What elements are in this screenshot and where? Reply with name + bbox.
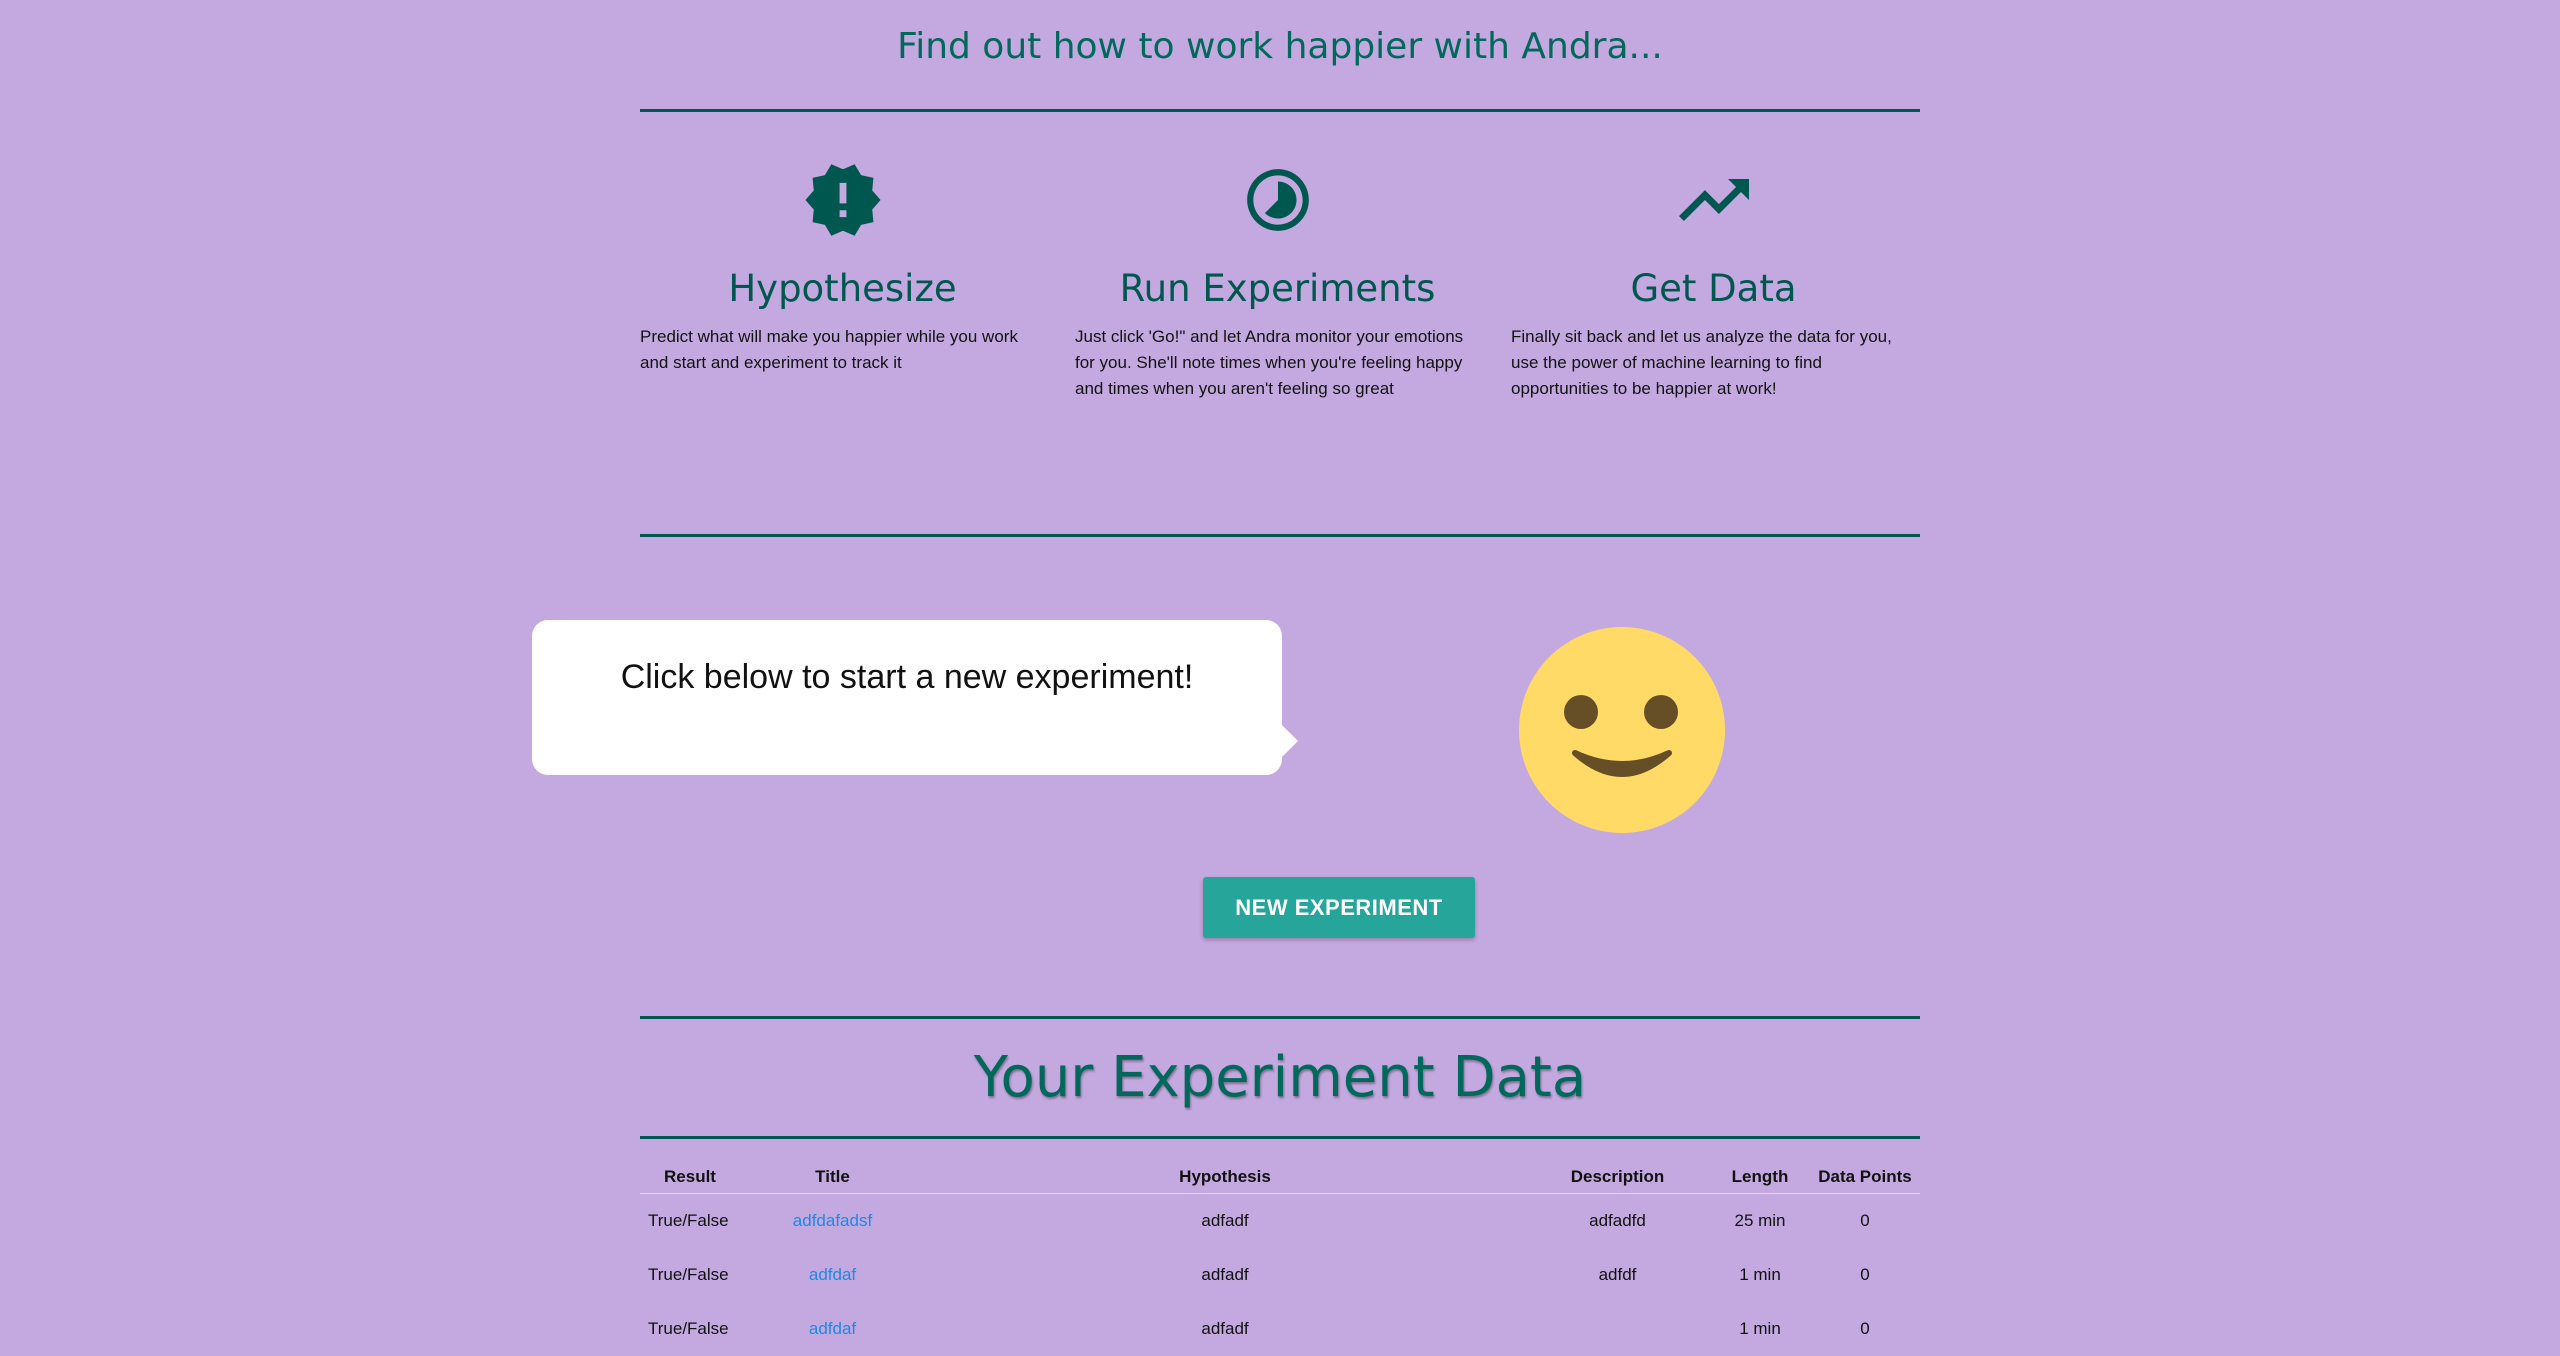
feature-get-data: Get Data Finally sit back and let us ana…: [1511, 155, 1916, 402]
table-row: True/False adfdaf adfadf 1 min 0: [640, 1302, 1920, 1356]
feature-title: Get Data: [1630, 267, 1797, 310]
column-header-length: Length: [1710, 1160, 1810, 1194]
table-row: True/False adfdaf adfadf adfdf 1 min 0: [640, 1248, 1920, 1302]
table-header-row: Result Title Hypothesis Description Leng…: [640, 1160, 1920, 1194]
feature-title: Hypothesize: [728, 267, 957, 310]
divider: [640, 534, 1920, 537]
feature-title: Run Experiments: [1119, 267, 1436, 310]
column-header-data-points: Data Points: [1810, 1160, 1920, 1194]
title-cell: adfdafadsf: [740, 1194, 925, 1249]
trending-up-icon: [1511, 155, 1916, 245]
smiley-face-icon: [1519, 627, 1725, 833]
page-tagline: Find out how to work happier with Andra.…: [897, 26, 1663, 67]
data-points-cell: 0: [1860, 1319, 1870, 1338]
feature-run-experiments: Run Experiments Just click 'Go!" and let…: [1075, 155, 1480, 402]
length-cell: 25 min: [1734, 1211, 1786, 1230]
data-points-cell: 0: [1860, 1265, 1870, 1284]
new-experiment-button[interactable]: NEW EXPERIMENT: [1203, 877, 1475, 938]
length-cell: 1 min: [1739, 1319, 1781, 1338]
result-cell: True/False: [648, 1265, 729, 1284]
feature-text: Just click 'Go!" and let Andra monitor y…: [1075, 327, 1464, 398]
experiment-data-title: Your Experiment Data: [973, 1045, 1587, 1110]
divider: [640, 109, 1920, 112]
title-cell: adfdaf: [740, 1302, 925, 1356]
new-releases-icon: [640, 155, 1045, 245]
table-row: True/False adfdafadsf adfadf adfadfd 25 …: [640, 1194, 1920, 1249]
speech-bubble-text: Click below to start a new experiment!: [620, 658, 1194, 696]
length-cell: 1 min: [1739, 1265, 1781, 1284]
column-header-result: Result: [640, 1160, 740, 1194]
experiment-title-link[interactable]: adfdafadsf: [793, 1211, 872, 1230]
experiment-title-link[interactable]: adfdaf: [809, 1319, 856, 1338]
description-cell: [1525, 1302, 1710, 1356]
speech-bubble: Click below to start a new experiment!: [532, 620, 1298, 775]
description-cell: adfdf: [1598, 1265, 1637, 1284]
experiment-table: Result Title Hypothesis Description Leng…: [640, 1160, 1920, 1356]
feature-text: Finally sit back and let us analyze the …: [1511, 327, 1892, 398]
description-cell: adfadfd: [1589, 1211, 1646, 1230]
column-header-title: Title: [740, 1160, 925, 1194]
hypothesis-cell: adfadf: [1201, 1211, 1249, 1230]
result-cell: True/False: [648, 1319, 729, 1338]
title-cell: adfdaf: [740, 1248, 925, 1302]
result-cell: True/False: [648, 1211, 729, 1230]
hypothesis-cell: adfadf: [1201, 1265, 1249, 1284]
data-points-cell: 0: [1860, 1211, 1870, 1230]
timelapse-icon: [1075, 155, 1480, 245]
divider: [640, 1136, 1920, 1139]
column-header-description: Description: [1525, 1160, 1710, 1194]
divider: [640, 1016, 1920, 1019]
hypothesis-cell: adfadf: [1201, 1319, 1249, 1338]
feature-text: Predict what will make you happier while…: [640, 327, 1018, 372]
column-header-hypothesis: Hypothesis: [925, 1160, 1525, 1194]
experiment-title-link[interactable]: adfdaf: [809, 1265, 856, 1284]
feature-hypothesize: Hypothesize Predict what will make you h…: [640, 155, 1045, 376]
